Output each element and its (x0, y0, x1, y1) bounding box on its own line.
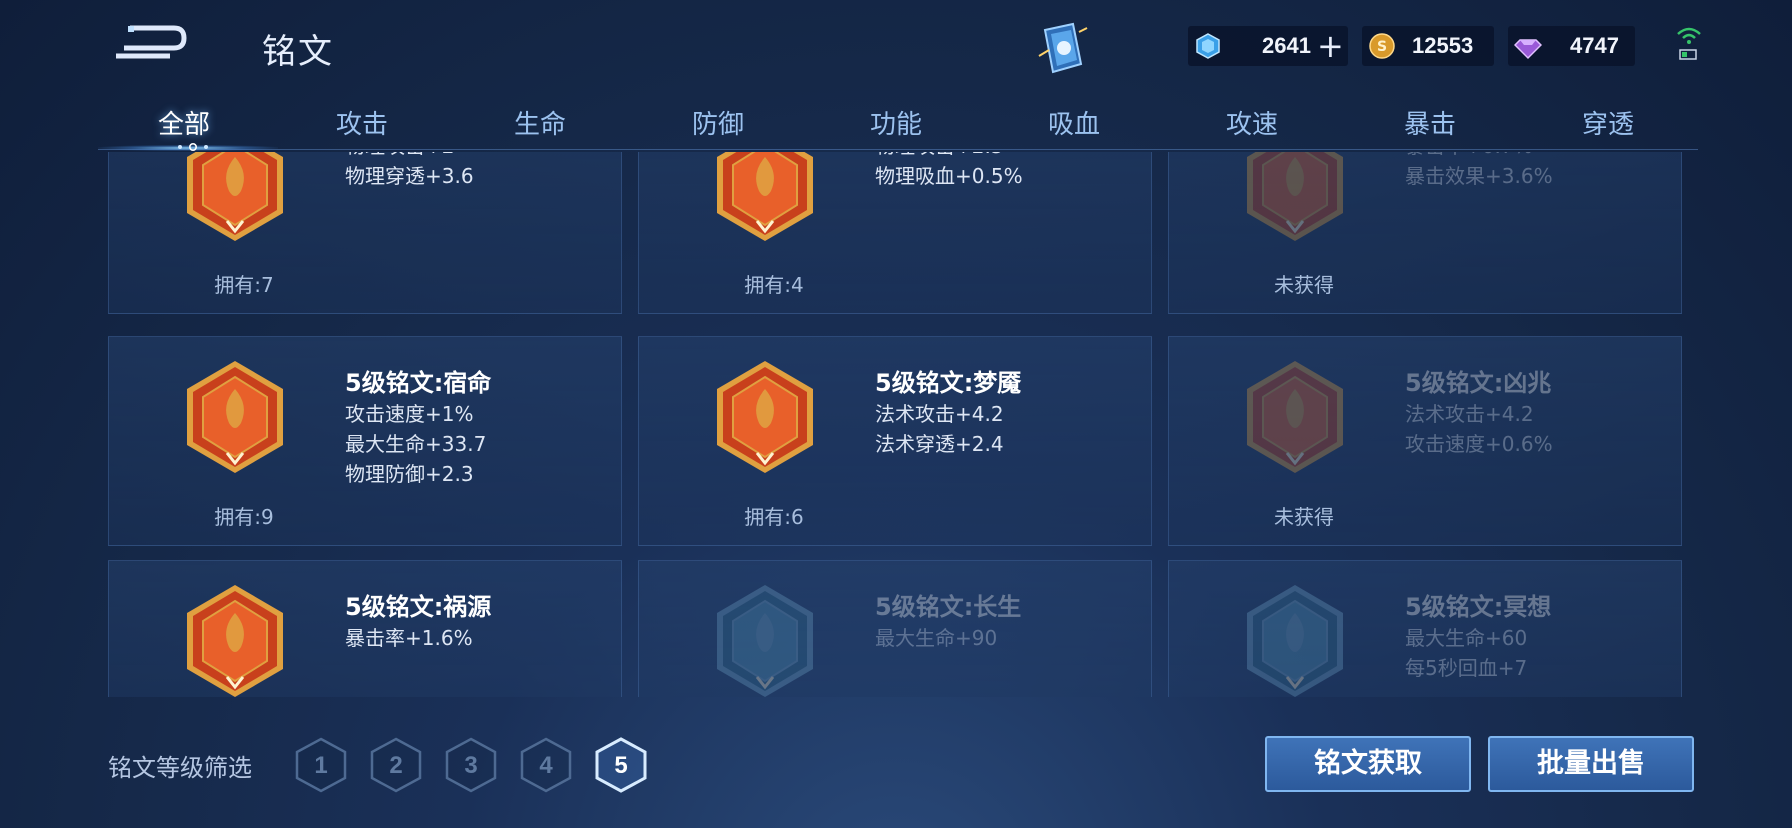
red-inscription-emblem-icon (717, 361, 813, 473)
inscription-stat: 物理攻击+2 (345, 152, 615, 161)
inscription-pack-icon[interactable] (1035, 20, 1089, 76)
inscription-card[interactable]: 未获得 5级铭文:凶兆法术攻击+4.2 攻击速度+0.6% (1168, 336, 1682, 546)
tab-utility[interactable]: 功能 (836, 104, 956, 141)
active-tab-dots (178, 142, 208, 152)
tab-attack[interactable]: 攻击 (302, 104, 422, 141)
crystal-counter: 4747 (1508, 26, 1635, 66)
level-filter-3[interactable]: 3 (444, 736, 498, 794)
inscription-stat: 最大生命+90 (875, 626, 998, 650)
inscription-stat: 物理防御+2.3 (345, 462, 474, 486)
inscription-stat: 物理穿透+3.6 (345, 164, 474, 188)
red-inscription-emblem-icon (717, 152, 813, 241)
svg-text:1: 1 (314, 752, 327, 779)
back-arrow-icon[interactable] (110, 22, 190, 62)
page-title: 铭文 (262, 32, 334, 72)
tab-all[interactable]: 全部 (124, 104, 244, 141)
inscription-card[interactable]: 5级铭文:长生最大生命+90 (638, 560, 1152, 697)
inscription-name: 5级铭文:宿命 (345, 369, 492, 397)
inscription-info: 5级铭文:梦魇法术攻击+4.2 法术穿透+2.4 (875, 363, 1145, 459)
owned-count: 拥有:4 (744, 273, 804, 297)
red-inscription-emblem-icon (1247, 361, 1343, 473)
level-filter-4[interactable]: 4 (519, 736, 573, 794)
red-inscription-emblem-icon (187, 585, 283, 697)
inscription-stat: 暴击效果+3.6% (1405, 164, 1553, 188)
tab-lifesteal[interactable]: 吸血 (1014, 104, 1134, 141)
svg-text:2: 2 (389, 752, 402, 779)
tab-attack-speed[interactable]: 攻速 (1192, 104, 1312, 141)
gold-value: 12553 (1412, 33, 1474, 58)
inscription-info: 5级铭文:冥想最大生命+60 每5秒回血+7 (1405, 587, 1675, 683)
inscription-card[interactable]: 拥有:9 5级铭文:宿命攻击速度+1% 最大生命+33.7 物理防御+2.3 (108, 336, 622, 546)
owned-count: 拥有:6 (744, 505, 804, 529)
red-inscription-emblem-icon (187, 152, 283, 241)
tab-defense[interactable]: 防御 (658, 104, 778, 141)
level-filter-label: 铭文等级筛选 (108, 754, 252, 782)
inscription-stat: 法术攻击+4.2 (875, 402, 1004, 426)
wifi-battery-icon (1677, 27, 1701, 60)
inscription-stat: 法术攻击+4.2 (1405, 402, 1534, 426)
inscription-stat: 每5秒回血+7 (1405, 656, 1528, 680)
owned-count: 未获得 (1274, 273, 1334, 297)
inscription-card[interactable]: 5级铭文:冥想最大生命+60 每5秒回血+7 (1168, 560, 1682, 697)
purple-crystal-icon (1514, 39, 1542, 60)
gold-coin-icon: S (1369, 33, 1395, 59)
inscription-card[interactable]: 拥有:4 物理攻击+2.5 物理吸血+0.5% (638, 152, 1152, 314)
inscription-card[interactable]: 未获得 暴击率+0.7% 暴击效果+3.6% (1168, 152, 1682, 314)
inscription-card[interactable]: 5级铭文:祸源暴击率+1.6% (108, 560, 622, 697)
tab-penetration[interactable]: 穿透 (1548, 104, 1668, 141)
blue-inscription-emblem-icon (1247, 585, 1343, 697)
owned-count: 拥有:7 (214, 273, 274, 297)
inscription-stat: 暴击率+1.6% (345, 626, 473, 650)
blue-inscription-emblem-icon (717, 585, 813, 697)
inscription-stat: 物理吸血+0.5% (875, 164, 1023, 188)
inscription-info: 物理攻击+2.5 物理吸血+0.5% (875, 152, 1145, 191)
bulk-sell-button[interactable]: 批量出售 (1488, 736, 1694, 792)
tab-critical[interactable]: 暴击 (1370, 104, 1490, 141)
inscription-name: 5级铭文:长生 (875, 593, 1022, 621)
inscription-stat: 攻击速度+1% (345, 402, 474, 426)
svg-text:4: 4 (539, 752, 553, 779)
inscription-name: 5级铭文:凶兆 (1405, 369, 1552, 397)
svg-text:3: 3 (464, 752, 477, 779)
owned-count: 拥有:9 (214, 505, 274, 529)
acquire-inscription-button[interactable]: 铭文获取 (1265, 736, 1471, 792)
red-inscription-emblem-icon (1247, 152, 1343, 241)
inscription-stat: 攻击速度+0.6% (1405, 432, 1553, 456)
inscription-stat: 物理攻击+2.5 (875, 152, 1145, 161)
inscription-info: 5级铭文:长生最大生命+90 (875, 587, 1145, 653)
level-filter-1[interactable]: 1 (294, 736, 348, 794)
svg-text:5: 5 (614, 752, 627, 779)
inscription-stat: 暴击率+0.7% (1405, 152, 1675, 161)
inscription-grid: 拥有:7 物理攻击+2 物理穿透+3.6 拥有:4 物理攻击+2.5 物理吸血+0.5% 未… (108, 152, 1684, 697)
crystal-value: 4747 (1570, 33, 1619, 58)
inscription-stat: 法术穿透+2.4 (875, 432, 1004, 456)
inscription-stat: 最大生命+33.7 (345, 432, 487, 456)
tab-divider (98, 149, 1698, 150)
inscription-name: 5级铭文:冥想 (1405, 593, 1552, 621)
category-tabs: 全部 攻击 生命 防御 功能 吸血 攻速 暴击 穿透 (98, 96, 1698, 150)
level-filter-2[interactable]: 2 (369, 736, 423, 794)
add-diamond-button[interactable]: + (1317, 30, 1344, 62)
red-inscription-emblem-icon (187, 361, 283, 473)
level-filter-5[interactable]: 5 (594, 736, 648, 794)
inscription-info: 5级铭文:凶兆法术攻击+4.2 攻击速度+0.6% (1405, 363, 1675, 459)
diamond-counter: 2641 + (1188, 26, 1348, 66)
inscription-name: 5级铭文:梦魇 (875, 369, 1022, 397)
inscription-info: 5级铭文:宿命攻击速度+1% 最大生命+33.7 物理防御+2.3 (345, 363, 615, 489)
gold-counter: S 12553 (1362, 26, 1494, 66)
inscription-stat: 最大生命+60 (1405, 626, 1528, 650)
tab-health[interactable]: 生命 (480, 104, 600, 141)
inscription-card[interactable]: 拥有:7 物理攻击+2 物理穿透+3.6 (108, 152, 622, 314)
inscription-name: 5级铭文:祸源 (345, 593, 492, 621)
owned-count: 未获得 (1274, 505, 1334, 529)
diamond-icon (1196, 33, 1220, 59)
inscription-info: 5级铭文:祸源暴击率+1.6% (345, 587, 615, 653)
inscription-card[interactable]: 拥有:6 5级铭文:梦魇法术攻击+4.2 法术穿透+2.4 (638, 336, 1152, 546)
inscription-info: 物理攻击+2 物理穿透+3.6 (345, 152, 615, 191)
diamond-value: 2641 (1262, 33, 1311, 58)
svg-text:S: S (1377, 39, 1387, 55)
inscription-info: 暴击率+0.7% 暴击效果+3.6% (1405, 152, 1675, 191)
